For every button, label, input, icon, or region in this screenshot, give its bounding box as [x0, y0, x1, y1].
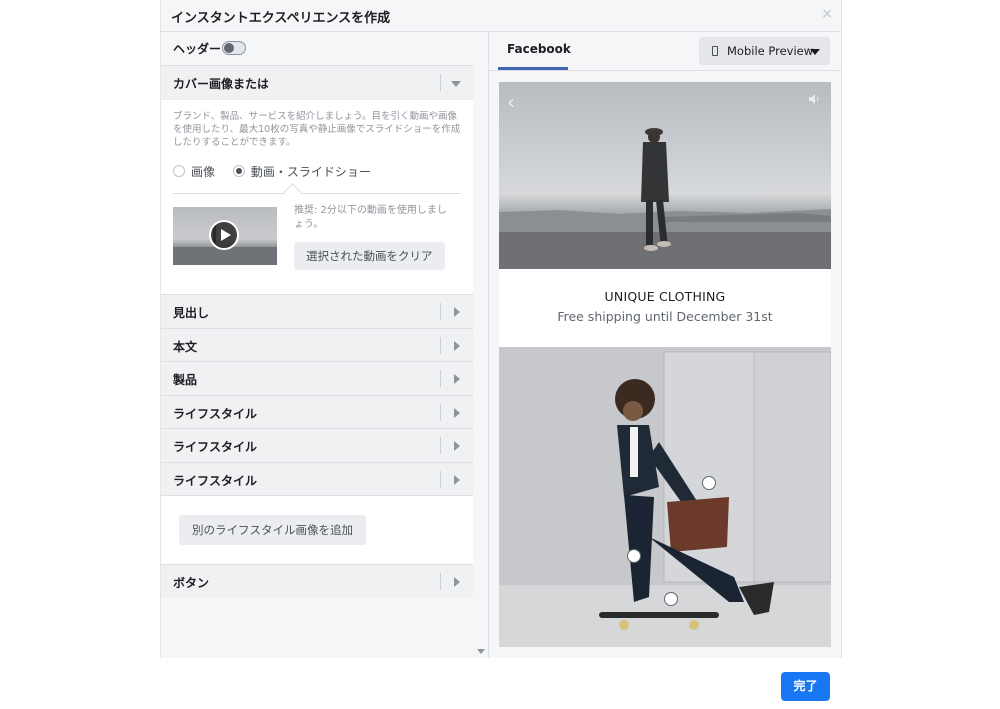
clear-video-button[interactable]: 選択された動画をクリア — [294, 242, 445, 270]
mobile-preview-dropdown[interactable]: Mobile Preview — [699, 37, 830, 65]
section-lifestyle-image-2[interactable]: ライフスタイル画像 — [161, 428, 473, 462]
chevron-down-icon[interactable] — [451, 81, 461, 87]
sound-icon[interactable] — [809, 94, 821, 104]
preview-panel: Facebook Mobile Preview ‹ UNIQUE CLOTHIN… — [489, 32, 841, 658]
create-instant-experience-dialog: インスタントエクスペリエンスを作成 × ヘッダー カバー画像またはこ ブランド、… — [160, 0, 842, 658]
chevron-down-icon — [810, 49, 820, 55]
chevron-left-icon[interactable]: ‹ — [507, 90, 515, 114]
cover-section-body: ブランド、製品、サービスを紹介しましょう。目を引く動画や画像を使用したり、最大1… — [161, 100, 473, 294]
section-label: ボタン — [173, 576, 210, 590]
divider — [440, 74, 441, 91]
dialog-title: インスタントエクスペリエンスを作成 — [171, 11, 391, 26]
chevron-right-icon[interactable] — [454, 441, 460, 451]
close-icon[interactable]: × — [821, 6, 833, 22]
header-toggle-row: ヘッダー — [161, 32, 473, 66]
selection-caret — [283, 183, 302, 202]
chevron-right-icon[interactable] — [454, 307, 460, 317]
section-label: 見出し — [173, 306, 210, 320]
section-label: ライフスタイル画像 — [173, 440, 257, 454]
media-type-radio-group: 画像 動画・スライドショー — [173, 163, 385, 180]
cover-photo: ‹ — [499, 82, 831, 269]
cover-section-header[interactable]: カバー画像またはこ — [161, 66, 473, 100]
divider — [440, 337, 441, 354]
tab-facebook[interactable]: Facebook — [507, 42, 571, 56]
section-button[interactable]: ボタン — [161, 564, 473, 598]
done-button[interactable]: 完了 — [781, 672, 830, 701]
scroll-down-arrow-icon[interactable] — [477, 649, 485, 654]
cover-section-label: カバー画像またはこ — [173, 77, 268, 91]
add-lifestyle-area: 別のライフスタイル画像を追加 — [161, 495, 473, 564]
card-title: UNIQUE CLOTHING — [604, 289, 726, 304]
chevron-right-icon[interactable] — [454, 341, 460, 351]
text-card: UNIQUE CLOTHING Free shipping until Dece… — [499, 269, 831, 347]
chevron-right-icon[interactable] — [454, 577, 460, 587]
radio-video-option[interactable]: 動画・スライドショー — [232, 163, 371, 180]
section-headline[interactable]: 見出し — [161, 294, 473, 328]
video-recommendation: 推奨: 2分以下の動画を使用しましょう。 — [294, 205, 447, 230]
play-icon[interactable] — [209, 220, 239, 250]
section-lifestyle-image-3[interactable]: ライフスタイル画像 — [161, 462, 473, 496]
product-hotspot[interactable] — [664, 592, 678, 606]
divider — [489, 70, 841, 71]
product-hotspot[interactable] — [627, 549, 641, 563]
radio-button-selected[interactable] — [232, 165, 245, 177]
dialog-header: インスタントエクスペリエンスを作成 × — [161, 0, 841, 32]
preview-dropdown-label: Mobile Preview — [727, 44, 814, 58]
radio-button[interactable] — [173, 165, 185, 177]
lifestyle-photo — [499, 347, 831, 647]
cover-photo-scene — [499, 128, 831, 269]
section-label: ライフスタイル画像 — [173, 407, 257, 421]
section-products[interactable]: 製品 — [161, 361, 473, 395]
divider — [440, 404, 441, 421]
radio-video-label: 動画・スライドショー — [250, 165, 371, 179]
divider — [440, 437, 441, 454]
section-body-text[interactable]: 本文 — [161, 328, 473, 362]
header-label: ヘッダー — [173, 42, 222, 56]
section-label: 製品 — [173, 373, 198, 387]
chevron-right-icon[interactable] — [454, 475, 460, 485]
divider — [440, 573, 441, 590]
add-lifestyle-image-button[interactable]: 別のライフスタイル画像を追加 — [179, 515, 366, 545]
divider — [440, 471, 441, 488]
scrollbar[interactable] — [473, 32, 489, 658]
radio-image-option[interactable]: 画像 — [173, 163, 215, 180]
divider — [173, 193, 461, 194]
header-toggle[interactable] — [222, 41, 246, 55]
toggle-knob — [224, 43, 234, 53]
section-label: ライフスタイル画像 — [173, 474, 257, 488]
radio-image-label: 画像 — [191, 165, 216, 179]
chevron-right-icon[interactable] — [454, 374, 460, 384]
product-hotspot[interactable] — [702, 476, 716, 490]
divider — [440, 303, 441, 320]
card-subtitle: Free shipping until December 31st — [557, 309, 773, 324]
editor-panel: ヘッダー カバー画像またはこ ブランド、製品、サービスを紹介しましょう。目を引く… — [161, 32, 474, 658]
video-thumbnail[interactable] — [173, 207, 277, 265]
section-label: 本文 — [173, 340, 198, 354]
section-lifestyle-image-1[interactable]: ライフスタイル画像 — [161, 395, 473, 429]
chevron-right-icon[interactable] — [454, 408, 460, 418]
phone-icon — [712, 46, 718, 56]
cover-description: ブランド、製品、サービスを紹介しましょう。目を引く動画や画像を使用したり、最大1… — [173, 111, 461, 148]
divider — [440, 370, 441, 387]
